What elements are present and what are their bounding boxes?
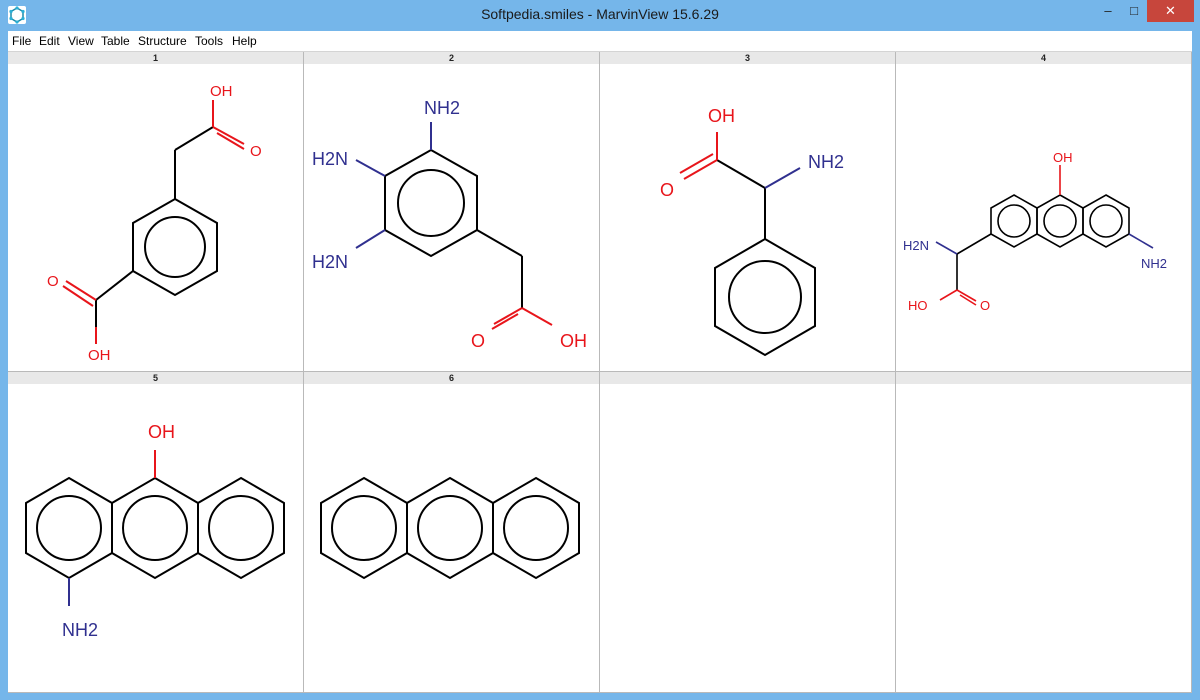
atom-label: NH2 bbox=[62, 620, 98, 640]
minimize-icon: – bbox=[1104, 3, 1112, 18]
atom-label: H2N bbox=[312, 252, 348, 272]
menu-help[interactable]: Help bbox=[232, 34, 257, 48]
atom-label: O bbox=[471, 331, 485, 351]
atom-label: OH bbox=[560, 331, 587, 351]
menu-bar: File Edit View Table Structure Tools Hel… bbox=[8, 31, 1192, 51]
cell-index: 1 bbox=[8, 52, 303, 64]
atom-label: NH2 bbox=[1141, 256, 1167, 271]
client-area: File Edit View Table Structure Tools Hel… bbox=[8, 31, 1192, 693]
molecule-table: 1 OH O O OH 2 NH2 H2N H2N O OH 3 OH O NH… bbox=[8, 51, 1192, 693]
atom-label: OH bbox=[708, 106, 735, 126]
structure-4: OH H2N HO O NH2 bbox=[903, 150, 1167, 313]
atom-label: OH bbox=[88, 347, 111, 364]
atom-label: O bbox=[47, 273, 59, 290]
structure-5: OH NH2 bbox=[25, 422, 285, 640]
structure-6 bbox=[320, 476, 580, 580]
atom-label: O bbox=[250, 143, 262, 160]
molecule-cell-2[interactable]: 2 NH2 H2N H2N O OH bbox=[304, 52, 600, 372]
title-bar[interactable]: Softpedia.smiles - MarvinView 15.6.29 – … bbox=[0, 0, 1200, 31]
atom-label: NH2 bbox=[808, 152, 844, 172]
menu-view[interactable]: View bbox=[68, 34, 94, 48]
cell-index: 4 bbox=[896, 52, 1191, 64]
menu-tools[interactable]: Tools bbox=[195, 34, 223, 48]
atom-label: HO bbox=[908, 298, 928, 313]
menu-table[interactable]: Table bbox=[101, 34, 130, 48]
atom-label: OH bbox=[1053, 150, 1073, 165]
cell-index: 5 bbox=[8, 372, 303, 384]
maximize-button[interactable]: □ bbox=[1121, 0, 1147, 22]
molecule-cell-3[interactable]: 3 OH O NH2 bbox=[600, 52, 896, 372]
menu-edit[interactable]: Edit bbox=[39, 34, 60, 48]
structure-3: OH O NH2 bbox=[660, 106, 844, 357]
cell-index bbox=[600, 372, 895, 384]
atom-label: OH bbox=[148, 422, 175, 442]
atom-label: O bbox=[660, 180, 674, 200]
molecule-cell-4[interactable]: 4 OH H2N HO O NH2 bbox=[896, 52, 1192, 372]
cell-index: 3 bbox=[600, 52, 895, 64]
minimize-button[interactable]: – bbox=[1095, 0, 1121, 22]
maximize-icon: □ bbox=[1130, 3, 1138, 18]
molecule-cell-7[interactable] bbox=[600, 372, 896, 693]
close-button[interactable]: ✕ bbox=[1147, 0, 1194, 22]
structure-2: NH2 H2N H2N O OH bbox=[312, 98, 587, 351]
atom-label: NH2 bbox=[424, 98, 460, 118]
cell-index: 2 bbox=[304, 52, 599, 64]
atom-label: OH bbox=[210, 83, 233, 100]
app-window: Softpedia.smiles - MarvinView 15.6.29 – … bbox=[0, 0, 1200, 700]
atom-label: O bbox=[980, 298, 990, 313]
atom-label: H2N bbox=[903, 238, 929, 253]
molecule-cell-8[interactable] bbox=[896, 372, 1192, 693]
molecule-cell-1[interactable]: 1 OH O O OH bbox=[8, 52, 304, 372]
atom-label: H2N bbox=[312, 149, 348, 169]
window-title: Softpedia.smiles - MarvinView 15.6.29 bbox=[481, 6, 719, 22]
cell-index: 6 bbox=[304, 372, 599, 384]
close-icon: ✕ bbox=[1165, 3, 1176, 18]
cell-index bbox=[896, 372, 1191, 384]
molecule-cell-6[interactable]: 6 bbox=[304, 372, 600, 693]
menu-file[interactable]: File bbox=[12, 34, 31, 48]
menu-structure[interactable]: Structure bbox=[138, 34, 187, 48]
structure-1: OH O O OH bbox=[47, 83, 262, 364]
molecule-cell-5[interactable]: 5 OH NH2 bbox=[8, 372, 304, 693]
